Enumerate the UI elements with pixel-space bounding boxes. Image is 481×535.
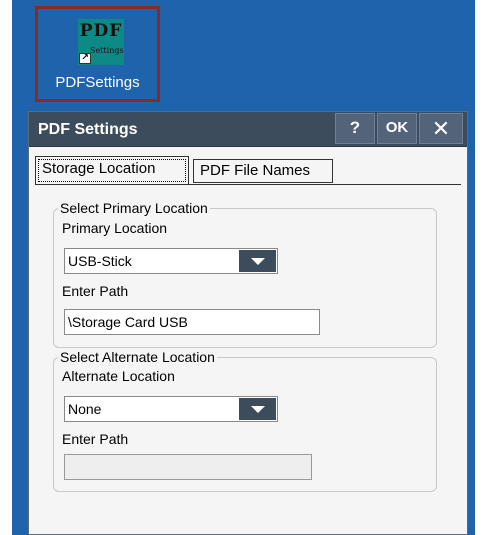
icon-glyph-subtext: Settings bbox=[90, 46, 124, 55]
chevron-down-icon[interactable] bbox=[239, 398, 276, 420]
primary-location-dropdown[interactable]: USB-Stick bbox=[64, 248, 278, 274]
alternate-path-label: Enter Path bbox=[62, 431, 129, 447]
primary-location-label: Primary Location bbox=[62, 220, 168, 236]
primary-location-value: USB-Stick bbox=[68, 253, 132, 269]
pdf-settings-icon: PDF Settings ↗ bbox=[78, 19, 124, 65]
tab-pdf-file-names[interactable]: PDF File Names bbox=[193, 159, 333, 183]
primary-path-value: \Storage Card USB bbox=[68, 314, 188, 330]
tab-storage-location[interactable]: Storage Location bbox=[35, 156, 189, 185]
tab-divider bbox=[35, 184, 461, 185]
icon-glyph-text: PDF bbox=[79, 21, 123, 41]
pdfsettings-desktop-icon[interactable]: PDF Settings ↗ PDFSettings bbox=[35, 6, 160, 102]
title-bar: PDF Settings ? OK ✕ bbox=[29, 112, 467, 147]
pdf-settings-window: PDF Settings ? OK ✕ Storage Location PDF… bbox=[28, 111, 468, 535]
desktop-icon-caption: PDFSettings bbox=[55, 74, 140, 91]
close-button[interactable]: ✕ bbox=[419, 113, 463, 144]
help-button[interactable]: ? bbox=[335, 113, 375, 144]
window-title: PDF Settings bbox=[38, 121, 138, 138]
tab-focus-rect bbox=[38, 159, 186, 182]
alternate-location-label: Alternate Location bbox=[62, 368, 175, 384]
alternate-group-label: Select Alternate Location bbox=[58, 349, 217, 365]
alternate-location-value: None bbox=[68, 401, 102, 417]
chevron-down-icon[interactable] bbox=[239, 250, 276, 272]
tab-label: PDF File Names bbox=[200, 162, 311, 179]
alternate-location-dropdown[interactable]: None bbox=[64, 396, 278, 422]
alternate-location-group: Select Alternate Location Alternate Loca… bbox=[53, 349, 437, 492]
alternate-path-input[interactable] bbox=[64, 454, 312, 480]
ok-button[interactable]: OK bbox=[377, 113, 417, 144]
primary-location-group: Select Primary Location Primary Location… bbox=[53, 200, 437, 348]
primary-group-label: Select Primary Location bbox=[58, 200, 210, 216]
shortcut-arrow-icon: ↗ bbox=[79, 53, 91, 64]
primary-path-label: Enter Path bbox=[62, 283, 129, 299]
primary-path-input[interactable]: \Storage Card USB bbox=[64, 309, 320, 335]
